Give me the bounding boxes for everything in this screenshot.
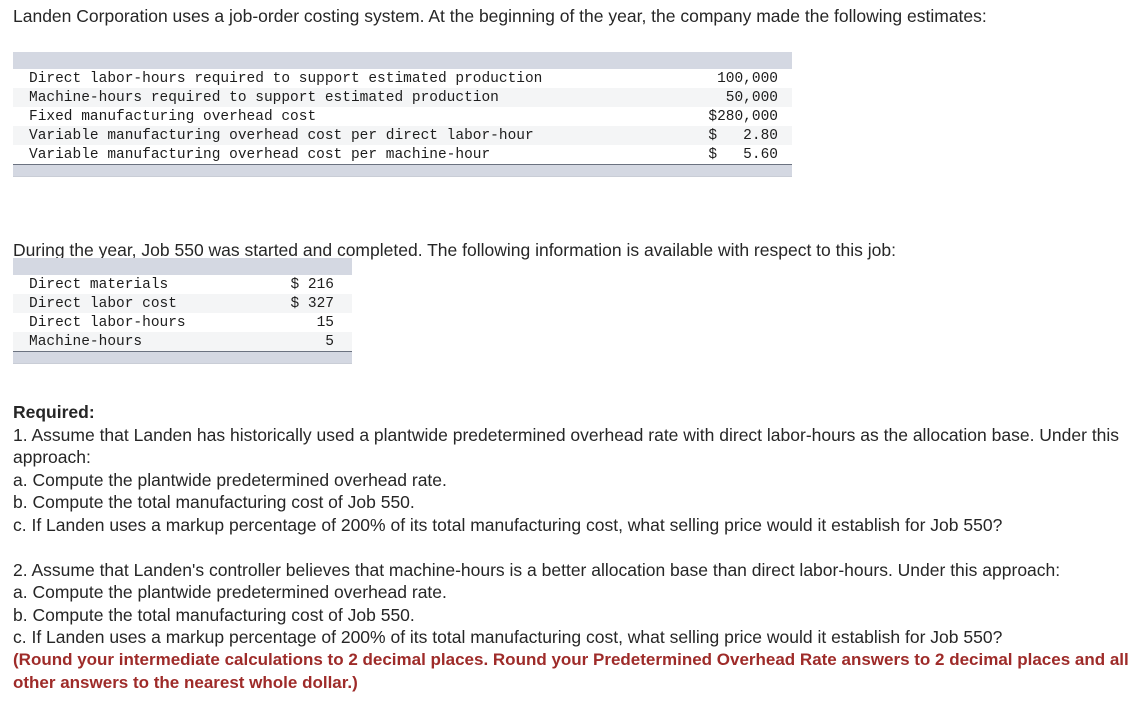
row-label: Variable manufacturing overhead cost per… bbox=[29, 127, 534, 144]
row-value: $280,000 bbox=[708, 108, 778, 125]
row-value: 100,000 bbox=[717, 70, 778, 87]
table-row: Machine-hours 5 bbox=[13, 332, 352, 351]
table-row: Direct labor-hours 15 bbox=[13, 313, 352, 332]
table-row: Variable manufacturing overhead cost per… bbox=[13, 126, 792, 145]
row-label: Direct labor cost bbox=[29, 295, 177, 312]
required-item-2c: c. If Landen uses a markup percentage of… bbox=[13, 627, 1003, 648]
estimates-table: Direct labor-hours required to support e… bbox=[13, 52, 792, 177]
table-row: Direct labor cost $ 327 bbox=[13, 294, 352, 313]
table-row: Variable manufacturing overhead cost per… bbox=[13, 145, 792, 164]
row-label: Direct labor-hours required to support e… bbox=[29, 70, 543, 87]
row-label: Variable manufacturing overhead cost per… bbox=[29, 146, 491, 163]
intro-paragraph-1: Landen Corporation uses a job-order cost… bbox=[13, 6, 987, 26]
row-value: 15 bbox=[316, 314, 334, 331]
job-550-table-footer-bar bbox=[13, 351, 352, 364]
row-label: Machine-hours bbox=[29, 333, 143, 350]
required-item-2a: a. Compute the plantwide predetermined o… bbox=[13, 582, 447, 603]
problem-page: Landen Corporation uses a job-order cost… bbox=[0, 0, 1143, 724]
table-row: Machine-hours required to support estima… bbox=[13, 88, 792, 107]
table-row: Fixed manufacturing overhead cost $280,0… bbox=[13, 107, 792, 126]
required-item-2b: b. Compute the total manufacturing cost … bbox=[13, 604, 415, 625]
estimates-table-body: Direct labor-hours required to support e… bbox=[13, 69, 792, 164]
required-item-1a: a. Compute the plantwide predetermined o… bbox=[13, 469, 447, 490]
required-spacer bbox=[13, 537, 1143, 559]
row-value: $ 216 bbox=[290, 276, 334, 293]
row-value: 5 bbox=[325, 333, 334, 350]
required-section: Required: 1. Assume that Landen has hist… bbox=[13, 401, 1143, 694]
job-550-table-header-bar bbox=[13, 258, 352, 275]
job-550-table-body: Direct materials $ 216 Direct labor cost… bbox=[13, 275, 352, 351]
estimates-table-footer-bar bbox=[13, 164, 792, 177]
table-row: Direct materials $ 216 bbox=[13, 275, 352, 294]
row-value: $ 327 bbox=[290, 295, 334, 312]
row-value: 50,000 bbox=[725, 89, 778, 106]
row-label: Fixed manufacturing overhead cost bbox=[29, 108, 317, 125]
required-item-1c: c. If Landen uses a markup percentage of… bbox=[13, 514, 1003, 535]
row-value: $ 2.80 bbox=[708, 127, 778, 144]
required-heading: Required: bbox=[13, 402, 95, 422]
required-item-1-intro: 1. Assume that Landen has historically u… bbox=[13, 424, 1120, 468]
estimates-table-header-bar bbox=[13, 52, 792, 69]
row-label: Machine-hours required to support estima… bbox=[29, 89, 499, 106]
rounding-instruction-note: (Round your intermediate calculations to… bbox=[13, 649, 1129, 692]
required-item-2-intro: 2. Assume that Landen's controller belie… bbox=[13, 559, 1061, 580]
row-label: Direct labor-hours bbox=[29, 314, 186, 331]
table-row: Direct labor-hours required to support e… bbox=[13, 69, 792, 88]
job-550-table: Direct materials $ 216 Direct labor cost… bbox=[13, 258, 352, 364]
row-value: $ 5.60 bbox=[708, 146, 778, 163]
required-item-1b: b. Compute the total manufacturing cost … bbox=[13, 492, 415, 513]
row-label: Direct materials bbox=[29, 276, 169, 293]
